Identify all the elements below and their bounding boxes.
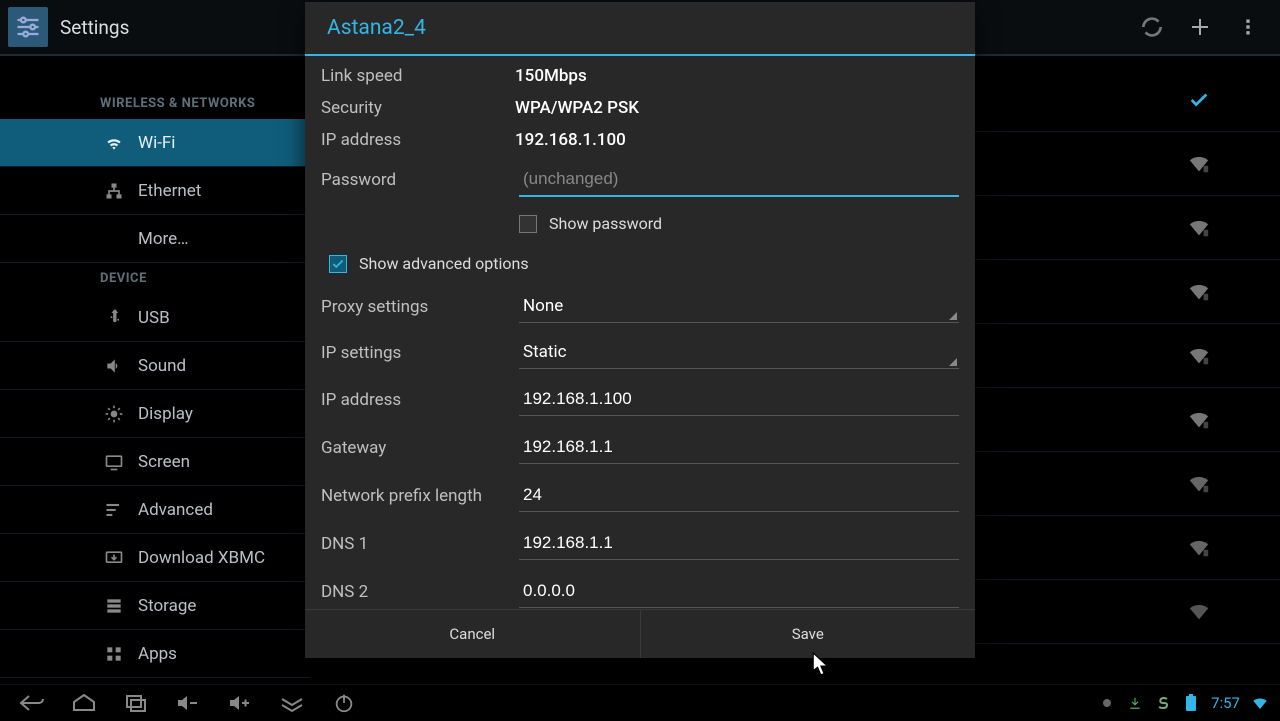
prefix-input[interactable]	[519, 479, 959, 512]
dialog-title: Astana2_4	[305, 2, 975, 54]
ip-address-input[interactable]	[519, 383, 959, 416]
password-input[interactable]	[519, 163, 959, 197]
proxy-select[interactable]: None	[519, 290, 959, 323]
home-button-icon[interactable]	[58, 685, 110, 721]
clock[interactable]: 7:57	[1211, 694, 1240, 712]
dialog-scrim: Astana2_4 Link speed150Mbps SecurityWPA/…	[0, 0, 1280, 684]
wifi-config-dialog: Astana2_4 Link speed150Mbps SecurityWPA/…	[305, 2, 975, 658]
show-password-label: Show password	[549, 214, 662, 233]
battery-icon[interactable]	[1181, 693, 1201, 713]
dropdown-icon	[949, 358, 957, 366]
back-button-icon[interactable]	[6, 685, 58, 721]
dns2-label: DNS 2	[321, 582, 519, 602]
hide-bar-icon[interactable]	[266, 685, 318, 721]
security-value: WPA/WPA2 PSK	[515, 98, 639, 118]
dropdown-icon	[949, 312, 957, 320]
security-label: Security	[321, 98, 515, 118]
gateway-label: Gateway	[321, 438, 519, 458]
ip-settings-select[interactable]: Static	[519, 336, 959, 369]
volume-up-icon[interactable]	[214, 685, 266, 721]
prefix-label: Network prefix length	[321, 486, 519, 506]
ip-settings-label: IP settings	[321, 343, 519, 363]
show-advanced-label: Show advanced options	[359, 254, 529, 273]
password-label: Password	[321, 170, 519, 190]
gateway-input[interactable]	[519, 431, 959, 464]
system-bar: 7:57	[0, 684, 1280, 720]
show-password-row[interactable]: Show password	[321, 204, 959, 244]
recents-button-icon[interactable]	[110, 685, 162, 721]
power-icon[interactable]	[318, 685, 370, 721]
s-status-icon[interactable]	[1153, 693, 1173, 713]
dialog-body[interactable]: Link speed150Mbps SecurityWPA/WPA2 PSK I…	[305, 56, 975, 609]
show-password-checkbox[interactable]	[519, 215, 537, 233]
save-button[interactable]: Save	[640, 610, 976, 658]
download-status-icon[interactable]	[1125, 693, 1145, 713]
volume-down-icon[interactable]	[162, 685, 214, 721]
ip-address-label: IP address	[321, 390, 519, 410]
dns1-label: DNS 1	[321, 534, 519, 554]
link-speed-value: 150Mbps	[515, 66, 587, 86]
show-advanced-checkbox[interactable]	[329, 255, 347, 273]
link-speed-label: Link speed	[321, 66, 515, 86]
dialog-button-bar: Cancel Save	[305, 609, 975, 658]
ip-info-value: 192.168.1.100	[515, 130, 626, 150]
proxy-label: Proxy settings	[321, 297, 519, 317]
dns2-input[interactable]	[519, 575, 959, 608]
show-advanced-row[interactable]: Show advanced options	[321, 244, 959, 284]
cancel-button[interactable]: Cancel	[305, 610, 640, 658]
ip-info-label: IP address	[321, 130, 515, 150]
wifi-status-icon[interactable]	[1250, 693, 1270, 713]
dns1-input[interactable]	[519, 527, 959, 560]
notification-dot-icon[interactable]	[1097, 693, 1117, 713]
